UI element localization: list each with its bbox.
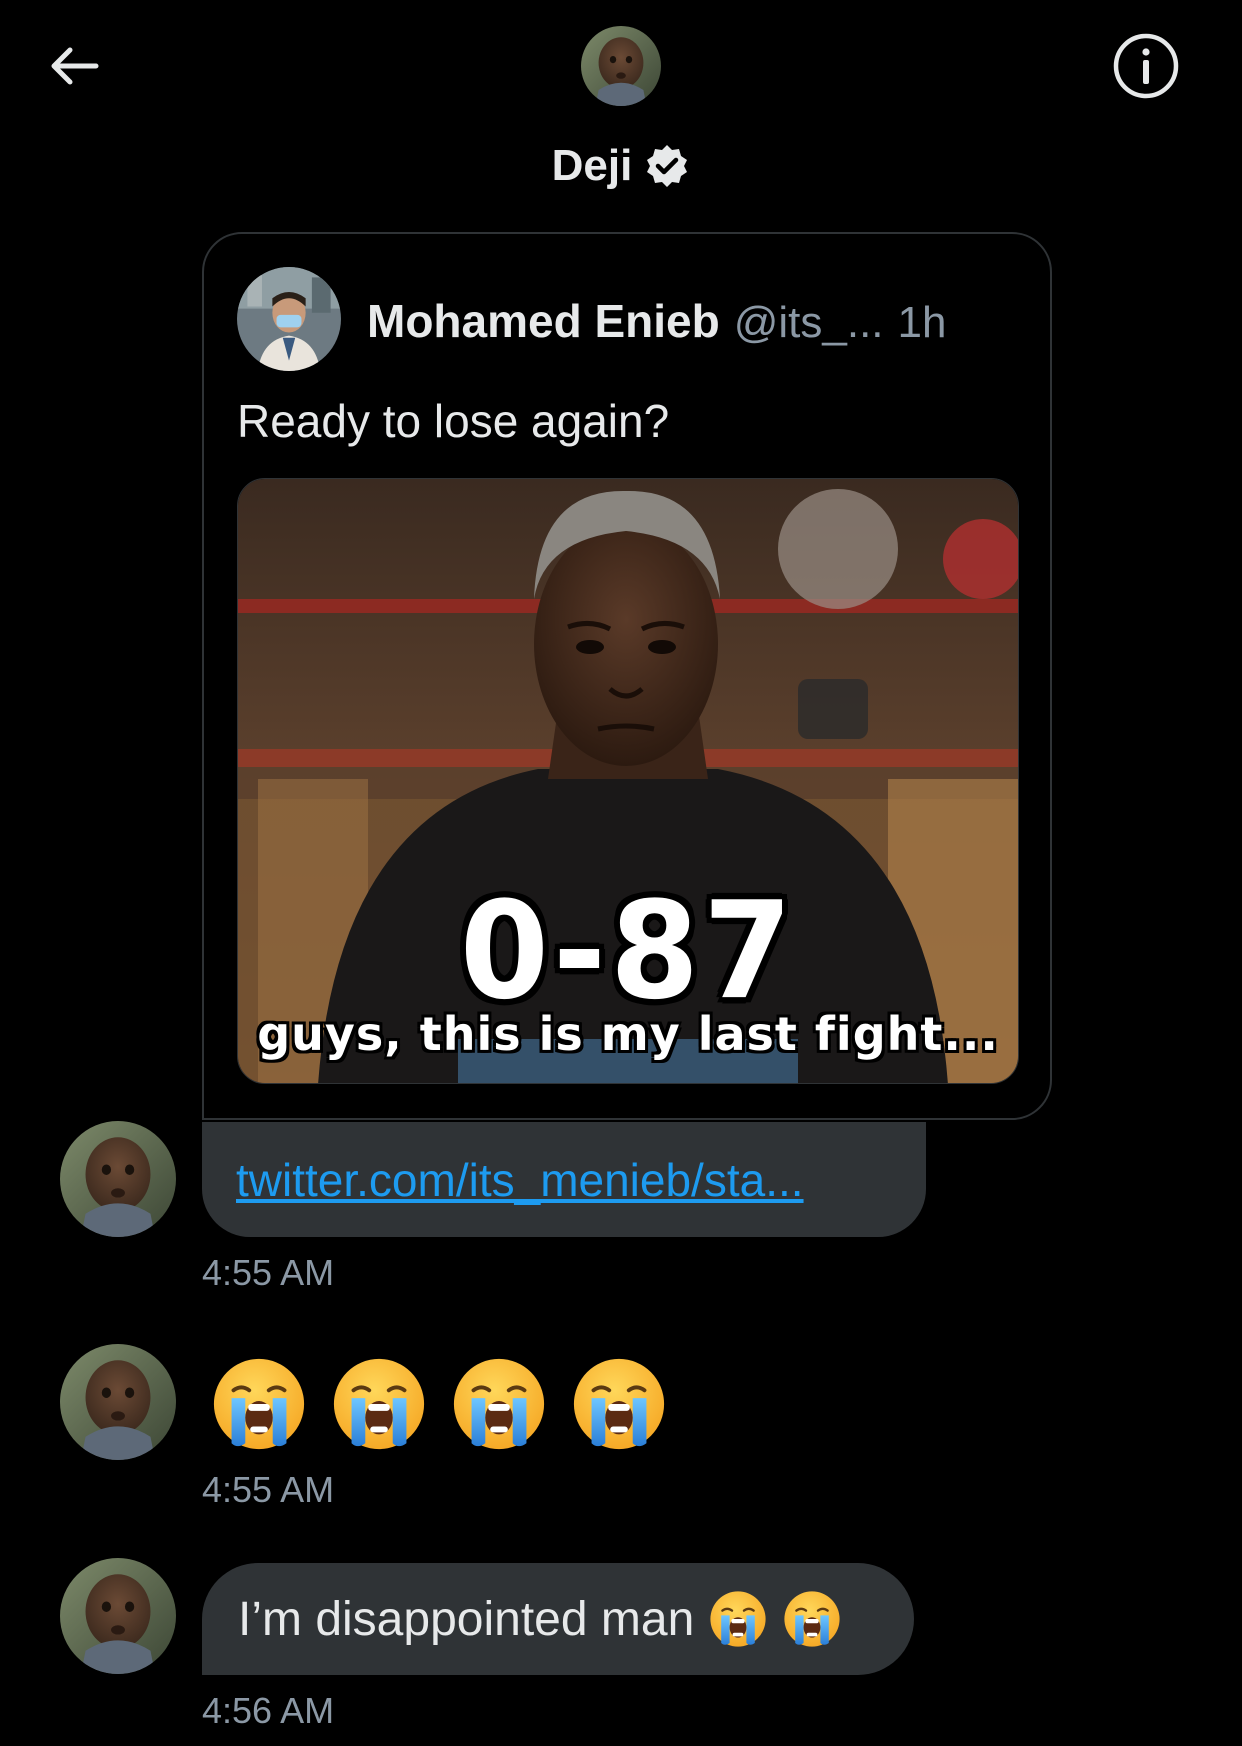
verified-badge-icon [647,145,688,187]
quoted-tweet-image[interactable]: 0-87 guys, this is my last fight... [237,478,1019,1084]
message-timestamp: 4:55 AM [202,1252,335,1293]
quoted-author-avatar [237,267,341,371]
contact-name: Deji [551,141,633,190]
meme-subtitle-caption: guys, this is my last fight... [257,1007,999,1061]
tweet-link[interactable]: twitter.com/its_menieb/sta... [236,1153,804,1207]
quoted-tweet-time: 1h [897,298,947,347]
text-message-bubble[interactable]: I’m disappointed man [202,1563,914,1675]
quoted-tweet-text: Ready to lose again? [237,395,670,447]
message-timestamp: 4:56 AM [202,1690,335,1731]
loudly-crying-face-icon [570,1355,668,1453]
loudly-crying-face-icon [210,1355,308,1453]
quoted-author-handle: @its_... [733,298,884,347]
back-button[interactable] [30,28,118,104]
info-circle-icon [1113,33,1179,99]
loudly-crying-face-icon [330,1355,428,1453]
emoji-message[interactable] [210,1355,668,1453]
sender-avatar[interactable] [60,1121,176,1237]
quoted-tweet-card[interactable]: Mohamed Enieb @its_... 1h Ready to lose … [202,232,1052,1120]
info-button[interactable] [1105,28,1187,104]
sender-avatar[interactable] [60,1344,176,1460]
arrow-left-icon [51,47,99,85]
loudly-crying-face-icon [708,1589,768,1649]
loudly-crying-face-icon [782,1589,842,1649]
conversation-avatar[interactable] [581,26,661,106]
conversation-title[interactable]: Deji [440,134,802,198]
message-text: I’m disappointed man [238,1592,695,1646]
message-timestamp: 4:55 AM [202,1469,335,1510]
quoted-tweet-header: Mohamed Enieb @its_... 1h [367,294,1027,350]
loudly-crying-face-icon [450,1355,548,1453]
quoted-author-name: Mohamed Enieb [367,295,720,347]
sender-avatar[interactable] [60,1558,176,1674]
link-message-bubble[interactable]: twitter.com/its_menieb/sta... [202,1122,926,1237]
